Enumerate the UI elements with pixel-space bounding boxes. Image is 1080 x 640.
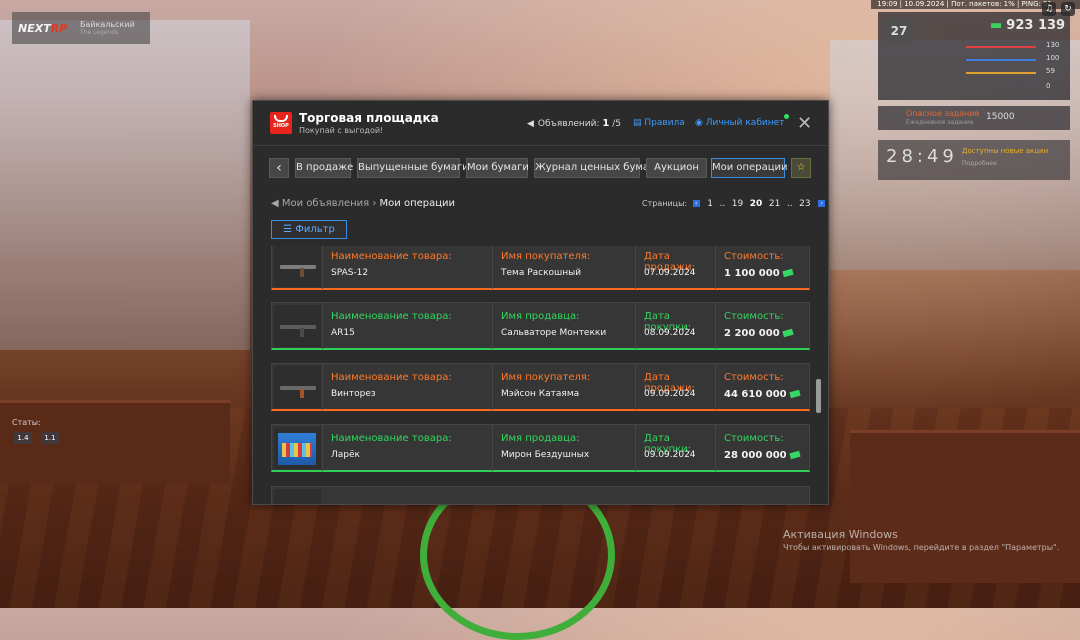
window-title: Торговая площадка bbox=[299, 111, 439, 125]
operations-list: Наименование товара: SPAS-12 Имя покупате… bbox=[271, 246, 811, 504]
server-name: Байкальский The Legends bbox=[80, 20, 135, 36]
document-icon: ▤ bbox=[633, 118, 642, 128]
page-19[interactable]: 19 bbox=[732, 199, 743, 209]
cash-icon bbox=[789, 389, 801, 399]
operation-row[interactable]: Наименование товара: AR15 Имя продавца: Са… bbox=[271, 302, 810, 350]
megaphone-icon: ◀ bbox=[271, 198, 279, 209]
operation-row[interactable]: Наименование товара: SPAS-12 Имя покупате… bbox=[271, 246, 810, 290]
operation-date: 07.09.2024 bbox=[644, 268, 696, 278]
stat-bar-armor bbox=[966, 59, 1036, 61]
ads-counter: ◀ Объявлений: 1 /5 bbox=[527, 118, 622, 129]
window-header: SHOP Торговая площадка Покупай с выгодой… bbox=[253, 101, 828, 145]
tab-my-operations[interactable]: Мои операции bbox=[711, 158, 788, 178]
page-prev-icon[interactable]: ‹ bbox=[692, 200, 700, 207]
scrollbar-thumb[interactable] bbox=[816, 379, 821, 413]
favorites-star-icon[interactable]: ☆ bbox=[791, 158, 811, 178]
stat-armor: 100 bbox=[1046, 54, 1060, 62]
tab-issued-papers[interactable]: Выпущенные бумаги bbox=[357, 158, 469, 178]
stat-wanted: 0 bbox=[1046, 82, 1051, 90]
window-subtitle: Покупай с выгодой! bbox=[299, 126, 384, 135]
operation-date: 08.09.2024 bbox=[644, 328, 696, 338]
user-icon: ◉ bbox=[695, 118, 703, 128]
price: 1 100 000 bbox=[724, 268, 794, 279]
breadcrumb-current: Мои операции bbox=[379, 198, 456, 209]
item-name: AR15 bbox=[331, 328, 355, 338]
rules-link[interactable]: ▤ Правила bbox=[633, 118, 685, 128]
stat-button-2[interactable]: 1.1 bbox=[41, 432, 59, 444]
stat-button-1[interactable]: 1.4 bbox=[14, 432, 32, 444]
personal-cabinet-link[interactable]: ◉ Личный кабинет bbox=[695, 114, 790, 128]
page-23[interactable]: 23 bbox=[799, 199, 810, 209]
clock-panel[interactable]: 28:49 Доступны новые акции Подробнее bbox=[878, 140, 1070, 180]
operation-date: 09.09.2024 bbox=[644, 450, 696, 460]
cash-icon: ▬ bbox=[990, 18, 1003, 33]
header-divider bbox=[253, 145, 828, 146]
operation-row-partial[interactable] bbox=[271, 486, 810, 504]
back-button[interactable]: ‹ bbox=[269, 158, 289, 178]
item-image bbox=[274, 427, 321, 469]
item-name: Ларёк bbox=[331, 450, 360, 460]
background-desk bbox=[850, 430, 1080, 583]
cash-icon bbox=[782, 268, 794, 278]
page-next-icon[interactable]: › bbox=[818, 200, 826, 207]
person-name: Сальваторе Монтекки bbox=[501, 328, 607, 338]
brand-logo: NEXTRP bbox=[18, 21, 68, 35]
new-actions-link[interactable]: Подробнее bbox=[962, 160, 997, 167]
item-name: Винторез bbox=[331, 389, 376, 399]
page-1[interactable]: 1 bbox=[707, 199, 713, 209]
clock: 28:49 bbox=[886, 146, 958, 167]
tab-for-sale[interactable]: В продаже bbox=[295, 158, 353, 178]
item-name: SPAS-12 bbox=[331, 268, 369, 278]
shop-icon: SHOP bbox=[270, 112, 292, 134]
item-image bbox=[274, 489, 321, 504]
price: 2 200 000 bbox=[724, 328, 794, 339]
pagination: Страницы: ‹ 1 .. 19 20 21 .. 23 › bbox=[642, 199, 828, 209]
player-level: 27 bbox=[884, 18, 914, 44]
online-indicator bbox=[784, 114, 790, 119]
operation-row[interactable]: Наименование товара: Ларёк Имя продавца: М… bbox=[271, 424, 810, 472]
price: 28 000 000 bbox=[724, 450, 801, 461]
price: 44 610 000 bbox=[724, 389, 801, 400]
windows-activation-text: Чтобы активировать Windows, перейдите в … bbox=[783, 543, 1060, 552]
item-image bbox=[274, 305, 321, 347]
money-display: ▬ 923 139 bbox=[990, 18, 1066, 33]
person-name: Тема Раскошный bbox=[501, 268, 582, 278]
cash-icon bbox=[789, 450, 801, 460]
cash-icon bbox=[782, 328, 794, 338]
marketplace-window: SHOP Торговая площадка Покупай с выгодой… bbox=[252, 100, 829, 505]
item-image bbox=[274, 366, 321, 408]
page-20[interactable]: 20 bbox=[750, 199, 763, 209]
tab-securities-journal[interactable]: Журнал ценных бумаг bbox=[534, 158, 654, 178]
operation-date: 09.09.2024 bbox=[644, 389, 696, 399]
megaphone-icon: ◀ bbox=[527, 119, 534, 129]
sliders-icon: ☰ bbox=[283, 224, 293, 235]
close-button[interactable]: ✕ bbox=[797, 113, 812, 134]
operation-row[interactable]: Наименование товара: Винторез Имя покупат… bbox=[271, 363, 810, 411]
person-name: Мирон Бездушных bbox=[501, 450, 590, 460]
background-window-left bbox=[0, 20, 250, 350]
page-21[interactable]: 21 bbox=[769, 199, 780, 209]
person-name: Мэйсон Катаяма bbox=[501, 389, 580, 399]
stat-bar-hunger bbox=[966, 72, 1036, 74]
new-actions-label: Доступны новые акции bbox=[962, 147, 1049, 155]
background-table bbox=[0, 400, 230, 483]
stat-hunger: 59 bbox=[1046, 67, 1055, 75]
stats-label: Статы: bbox=[12, 418, 41, 427]
tab-auction[interactable]: Аукцион bbox=[646, 158, 707, 178]
filter-button[interactable]: ☰ Фильтр bbox=[271, 220, 347, 239]
tab-my-papers[interactable]: Мои бумаги bbox=[466, 158, 529, 178]
mission-panel[interactable]: Опасное задание Ежедневное задание 15000 bbox=[878, 106, 1070, 130]
item-image bbox=[274, 246, 321, 287]
server-logo: NEXTRP Байкальский The Legends bbox=[12, 12, 150, 44]
windows-activation-title: Активация Windows bbox=[783, 528, 898, 541]
breadcrumb-parent[interactable]: Мои объявления bbox=[282, 198, 369, 209]
breadcrumb: ◀ Мои объявления › Мои операции bbox=[271, 198, 456, 209]
stat-health: 130 bbox=[1046, 41, 1060, 49]
stat-bar-health bbox=[966, 46, 1036, 48]
